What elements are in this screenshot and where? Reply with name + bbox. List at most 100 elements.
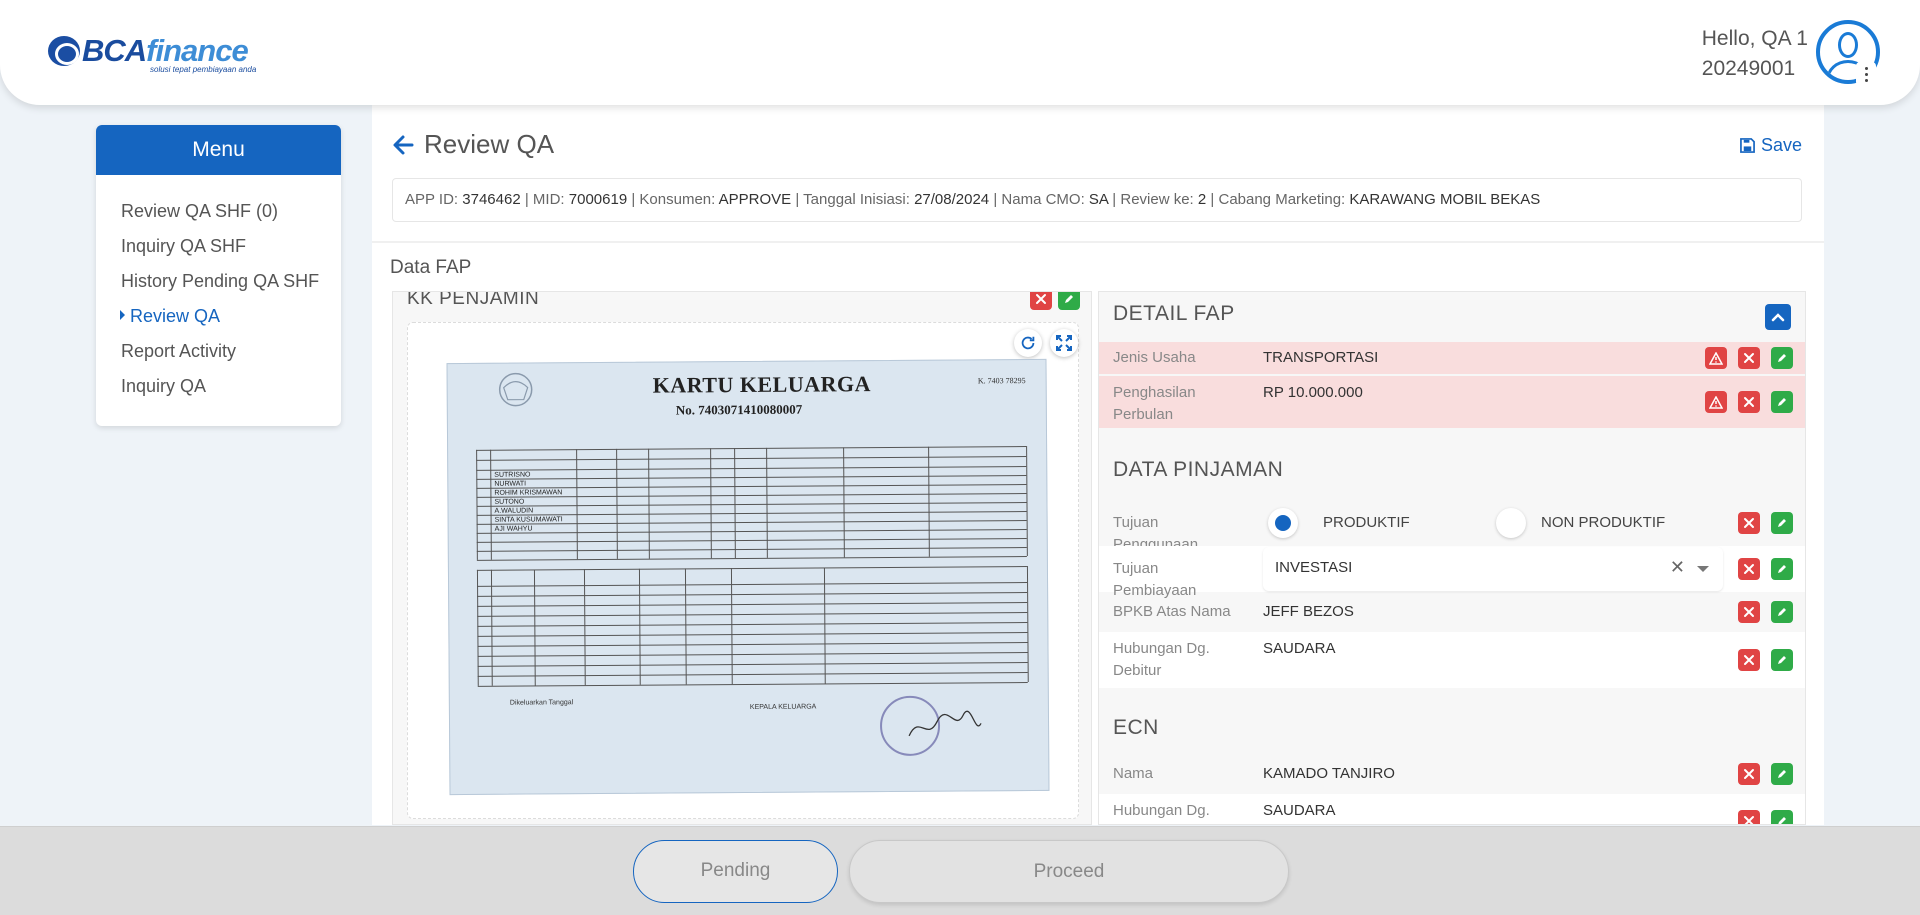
review-label: Review ke: bbox=[1120, 191, 1194, 208]
more-vert-icon[interactable] bbox=[1856, 62, 1876, 86]
warning-button[interactable] bbox=[1705, 347, 1727, 369]
signature bbox=[908, 710, 982, 737]
user-id: 20249001 bbox=[1701, 57, 1796, 80]
penghasilan-label: Penghasilan Perbulan bbox=[1113, 384, 1196, 423]
sidebar-menu: Menu Review QA SHF (0) Inquiry QA SHF Hi… bbox=[96, 125, 341, 426]
sidebar-item-review-qa[interactable]: Review QA bbox=[96, 306, 341, 341]
warning-icon bbox=[1709, 351, 1723, 365]
detail-fap-title: DETAIL FAP bbox=[1113, 302, 1235, 325]
proceed-button[interactable]: Proceed bbox=[849, 840, 1289, 903]
jenis-usaha-label: Jenis Usaha bbox=[1113, 349, 1196, 366]
save-icon bbox=[1740, 138, 1755, 153]
reject-button[interactable] bbox=[1738, 763, 1760, 785]
chevron-down-icon[interactable] bbox=[1697, 566, 1709, 572]
cabang-label: Cabang Marketing: bbox=[1218, 191, 1346, 208]
penghasilan-value: RP 10.000.000 bbox=[1263, 384, 1363, 401]
ecn-nama-value: KAMADO TANJIRO bbox=[1263, 765, 1395, 782]
caret-right-icon bbox=[120, 310, 125, 320]
konsumen-label: Konsumen: bbox=[639, 191, 716, 208]
warning-button[interactable] bbox=[1705, 391, 1727, 413]
row-jenis-usaha: Jenis Usaha TRANSPORTASI bbox=[1099, 342, 1805, 374]
app-id-label: APP ID: bbox=[405, 191, 459, 208]
garuda-emblem bbox=[498, 372, 533, 407]
edit-button[interactable] bbox=[1771, 763, 1793, 785]
collapse-button[interactable] bbox=[1765, 304, 1791, 330]
radio-non-produktif-label: NON PRODUKTIF bbox=[1541, 514, 1666, 531]
fullscreen-button[interactable] bbox=[1050, 329, 1078, 357]
edit-button[interactable] bbox=[1771, 347, 1793, 369]
rotate-icon bbox=[1021, 336, 1035, 350]
section-label-data-fap: Data FAP bbox=[390, 257, 472, 278]
cmo-label: Nama CMO: bbox=[1001, 191, 1085, 208]
close-icon bbox=[1744, 353, 1754, 363]
reject-button[interactable] bbox=[1738, 649, 1760, 671]
pencil-icon bbox=[1778, 656, 1786, 664]
sidebar-item-label: Review QA bbox=[130, 306, 221, 326]
close-icon bbox=[1744, 397, 1754, 407]
sidebar-item-inquiry-qa[interactable]: Inquiry QA bbox=[96, 376, 341, 411]
save-button[interactable]: Save bbox=[1740, 135, 1802, 156]
back-arrow-icon[interactable] bbox=[390, 132, 416, 158]
save-label: Save bbox=[1760, 135, 1802, 155]
edit-button[interactable] bbox=[1058, 292, 1080, 310]
reject-button[interactable] bbox=[1030, 292, 1052, 310]
pencil-icon bbox=[1065, 295, 1073, 303]
ecn-title: ECN bbox=[1113, 716, 1159, 739]
reject-button[interactable] bbox=[1738, 391, 1760, 413]
close-icon bbox=[1744, 518, 1754, 528]
ecn-hubungan-value: SAUDARA bbox=[1263, 802, 1336, 819]
radio-produktif[interactable] bbox=[1268, 508, 1298, 538]
pencil-icon bbox=[1778, 519, 1786, 527]
tanggal-value: 27/08/2024 bbox=[914, 191, 990, 208]
row-ecn-hubungan: Hubungan Dg. SAUDARA bbox=[1099, 794, 1805, 824]
user-greeting: Hello, QA 1 bbox=[1701, 27, 1808, 50]
edit-button[interactable] bbox=[1771, 391, 1793, 413]
bpkb-label: BPKB Atas Nama bbox=[1113, 603, 1231, 620]
rotate-button[interactable] bbox=[1014, 329, 1042, 357]
row-tujuan-penggunaan: Tujuan Penggunaan PRODUKTIF NON PRODUKTI… bbox=[1099, 502, 1805, 553]
menu-title: Menu bbox=[96, 125, 341, 175]
edit-button[interactable] bbox=[1771, 810, 1793, 824]
brand-finance: finance bbox=[146, 33, 249, 68]
document-viewer[interactable]: KARTU KELUARGA No. 7403071410080007 K. 7… bbox=[407, 322, 1079, 819]
pencil-icon bbox=[1778, 354, 1786, 362]
edit-button[interactable] bbox=[1771, 512, 1793, 534]
ecn-nama-label: Nama bbox=[1113, 765, 1154, 782]
sidebar-item-inquiry-qa-shf[interactable]: Inquiry QA SHF bbox=[96, 236, 341, 271]
detail-fap-panel: DETAIL FAP Jenis Usaha TRANSPORTASI Peng… bbox=[1098, 291, 1806, 825]
close-icon bbox=[1744, 607, 1754, 617]
menu-list: Review QA SHF (0) Inquiry QA SHF History… bbox=[96, 175, 341, 411]
tujuan-pembiayaan-select[interactable]: INVESTASI ✕ bbox=[1263, 547, 1723, 591]
edit-button[interactable] bbox=[1771, 649, 1793, 671]
reject-button[interactable] bbox=[1738, 347, 1760, 369]
pencil-icon bbox=[1778, 817, 1786, 824]
document-title: KK PENJAMIN bbox=[407, 291, 540, 309]
konsumen-value: APPROVE bbox=[718, 191, 792, 208]
bca-logo-icon bbox=[48, 36, 80, 66]
ecn-hubungan-label: Hubungan Dg. bbox=[1113, 802, 1210, 819]
close-icon bbox=[1744, 816, 1754, 824]
reject-button[interactable] bbox=[1738, 558, 1760, 580]
reject-button[interactable] bbox=[1738, 601, 1760, 623]
fullscreen-icon bbox=[1056, 335, 1072, 351]
application-info-bar: APP ID: 3746462 | MID: 7000619 | Konsume… bbox=[392, 178, 1802, 222]
user-info: Hello, QA 1 20249001 bbox=[1702, 24, 1808, 84]
reject-button[interactable] bbox=[1738, 512, 1760, 534]
sidebar-item-history-pending-qa-shf[interactable]: History Pending QA SHF bbox=[96, 271, 341, 306]
sidebar-item-review-qa-shf[interactable]: Review QA SHF (0) bbox=[96, 201, 341, 236]
bca-finance-logo[interactable]: BCAfinance solusi tepat pembiayaan anda bbox=[48, 33, 256, 74]
action-footer: Pending Proceed bbox=[0, 826, 1920, 915]
divider bbox=[372, 241, 1824, 243]
edit-button[interactable] bbox=[1771, 601, 1793, 623]
clear-icon[interactable]: ✕ bbox=[1670, 557, 1685, 578]
sidebar-item-report-activity[interactable]: Report Activity bbox=[96, 341, 341, 376]
kk-number: No. 7403071410080007 bbox=[675, 401, 803, 418]
mid-value: 7000619 bbox=[568, 191, 628, 208]
close-icon bbox=[1036, 294, 1046, 304]
reject-button[interactable] bbox=[1738, 810, 1760, 824]
pending-button[interactable]: Pending bbox=[633, 840, 838, 903]
cmo-value: SA bbox=[1088, 191, 1109, 208]
edit-button[interactable] bbox=[1771, 558, 1793, 580]
app-header: BCAfinance solusi tepat pembiayaan anda … bbox=[0, 0, 1920, 105]
radio-non-produktif[interactable] bbox=[1496, 508, 1526, 538]
